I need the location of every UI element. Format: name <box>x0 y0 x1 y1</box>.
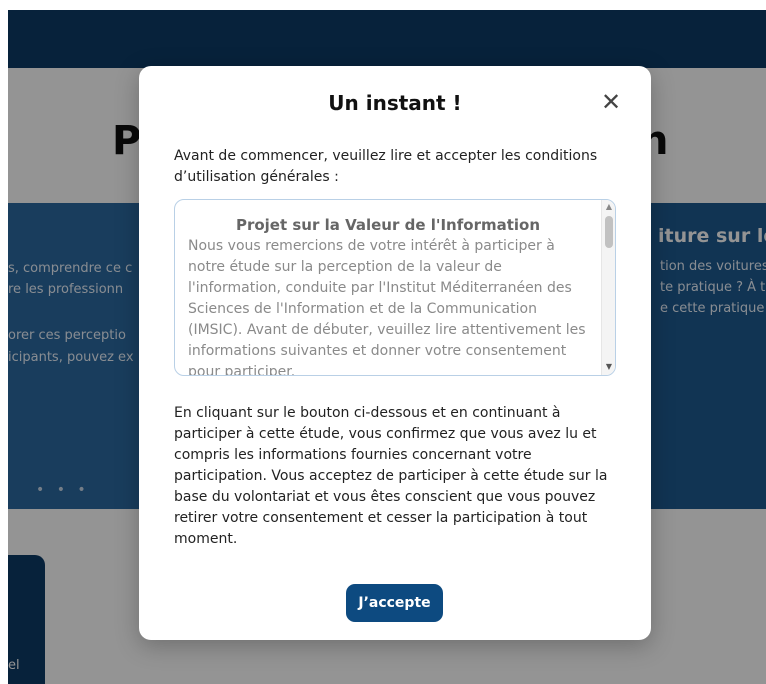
terms-scrollbar[interactable]: ▲ ▼ <box>601 200 615 375</box>
terms-content: Projet sur la Valeur de l'Information No… <box>188 214 588 376</box>
terms-scroll-box[interactable]: Projet sur la Valeur de l'Information No… <box>174 199 616 376</box>
terms-body: Nous vous remercions de votre intérêt à … <box>188 238 586 376</box>
scroll-down-arrow-icon[interactable]: ▼ <box>602 362 615 371</box>
modal-title: Un instant ! <box>328 91 462 115</box>
scroll-up-arrow-icon[interactable]: ▲ <box>602 202 615 211</box>
page: P n s, comprendre ce c re les profession… <box>0 0 766 684</box>
close-icon[interactable]: ✕ <box>599 90 623 114</box>
scrollbar-thumb[interactable] <box>605 216 613 248</box>
accept-button[interactable]: J’accepte <box>346 584 443 622</box>
intro-text: Avant de commencer, veuillez lire et acc… <box>174 148 598 185</box>
terms-title: Projet sur la Valeur de l'Information <box>235 216 541 234</box>
consent-text: En cliquant sur le bouton ci-dessous et … <box>174 405 608 547</box>
consent-modal: Un instant ! ✕ Avant de commencer, veuil… <box>139 66 651 640</box>
